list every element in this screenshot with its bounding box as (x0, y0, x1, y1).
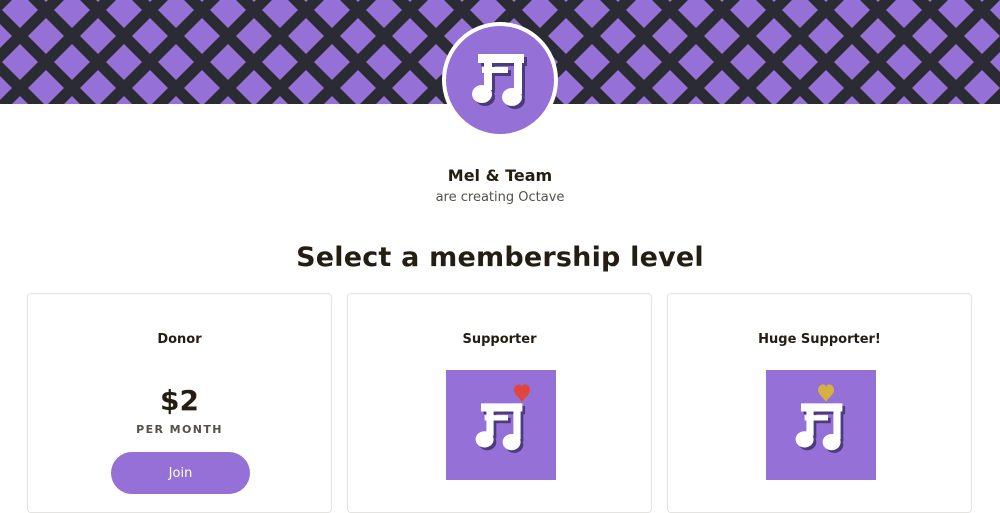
tier-image (446, 370, 556, 480)
tier-card-supporter: Supporter (347, 293, 652, 513)
page-title: Select a membership level (296, 242, 704, 273)
tier-name: Huge Supporter! (758, 332, 881, 347)
join-button[interactable]: Join (111, 452, 250, 494)
tier-price: $2 (160, 384, 199, 417)
tier-card-donor: Donor $2 PER MONTH Join (27, 293, 332, 513)
tier-period: PER MONTH (136, 423, 223, 436)
creator-avatar[interactable] (442, 22, 558, 138)
tier-image (766, 370, 876, 480)
music-note-heart-icon (795, 384, 846, 453)
creator-subtitle: are creating Octave (435, 190, 565, 205)
avatar-circle (446, 26, 554, 134)
tier-card-huge-supporter: Huge Supporter! (667, 293, 972, 513)
music-note-icon (472, 54, 527, 109)
creator-name: Mel & Team (447, 166, 553, 185)
music-note-heart-icon (475, 384, 530, 453)
tier-name: Donor (157, 332, 202, 347)
tier-name: Supporter (462, 332, 537, 347)
